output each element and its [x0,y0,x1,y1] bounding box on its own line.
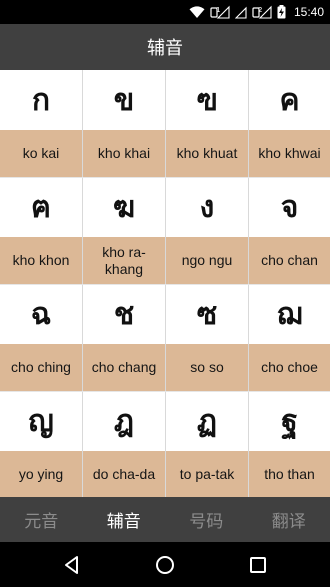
grid-divider [0,284,330,285]
consonant-card[interactable]: ซ so so [166,284,248,391]
no-signal-icon [234,6,247,19]
consonant-glyph: ข [83,70,165,130]
consonant-label: to pa-tak [166,451,248,497]
consonant-grid: ก ko kai ข kho khai ฃ kho khuat ค kho kh… [0,70,330,497]
clock: 15:40 [293,5,324,19]
consonant-glyph: ฎ [83,391,165,451]
consonant-card[interactable]: ฆ kho ra-khang [83,177,165,284]
consonant-card[interactable]: ฎ do cha-da [83,391,165,497]
consonant-card[interactable]: ฐ tho than [249,391,330,497]
consonant-label: cho choe [249,344,330,391]
consonant-glyph: ฐ [249,391,330,451]
consonant-glyph: ฏ [166,391,248,451]
consonant-label: kho ra-khang [83,237,165,284]
consonant-label: cho ching [0,344,82,391]
tab-consonants[interactable]: 辅音 [83,497,166,542]
consonant-label: ngo ngu [166,237,248,284]
consonant-label: kho khai [83,130,165,177]
consonant-label: yo ying [0,451,82,497]
consonant-label: ko kai [0,130,82,177]
consonant-card[interactable]: ฃ kho khuat [166,70,248,177]
sim2-signal-icon: 2 [252,5,272,19]
consonant-card[interactable]: ฅ kho khon [0,177,82,284]
consonant-card[interactable]: ค kho khwai [249,70,330,177]
consonant-label: cho chang [83,344,165,391]
consonant-label: kho khwai [249,130,330,177]
consonant-label: do cha-da [83,451,165,497]
consonant-glyph: ซ [166,284,248,344]
consonant-card[interactable]: ก ko kai [0,70,82,177]
consonant-card[interactable]: ญ yo ying [0,391,82,497]
consonant-glyph: ฆ [83,177,165,237]
consonant-glyph: ญ [0,391,82,451]
consonant-label: tho than [249,451,330,497]
tab-vowels[interactable]: 元音 [0,497,83,542]
tab-numbers[interactable]: 号码 [165,497,248,542]
sim1-signal-icon: 1 [210,5,230,19]
consonant-glyph: ฌ [249,284,330,344]
consonant-label: so so [166,344,248,391]
consonant-card[interactable]: ช cho chang [83,284,165,391]
consonant-card[interactable]: ฏ to pa-tak [166,391,248,497]
consonant-card[interactable]: ฉ cho ching [0,284,82,391]
navigation-bar [0,542,330,587]
consonant-card[interactable]: ฌ cho choe [249,284,330,391]
grid-divider [0,177,330,178]
wifi-icon [189,5,205,19]
consonant-card[interactable]: จ cho chan [249,177,330,284]
recent-apps-icon[interactable] [247,554,269,576]
grid-divider [0,391,330,392]
tab-translate[interactable]: 翻译 [248,497,330,542]
consonant-glyph: ค [249,70,330,130]
consonant-label: kho khuat [166,130,248,177]
bottom-tab-bar: 元音 辅音 号码 翻译 [0,497,330,542]
consonant-glyph: ช [83,284,165,344]
consonant-glyph: ฃ [166,70,248,130]
consonant-label: kho khon [0,237,82,284]
consonant-card[interactable]: ข kho khai [83,70,165,177]
home-icon[interactable] [154,554,176,576]
consonant-glyph: ง [166,177,248,237]
consonant-label: cho chan [249,237,330,284]
page-title: 辅音 [0,24,330,70]
consonant-glyph: ก [0,70,82,130]
consonant-glyph: จ [249,177,330,237]
consonant-glyph: ฅ [0,177,82,237]
consonant-glyph: ฉ [0,284,82,344]
consonant-card[interactable]: ง ngo ngu [166,177,248,284]
status-bar: 1 2 15:40 [0,0,330,24]
battery-charging-icon [277,5,286,19]
back-icon[interactable] [61,554,83,576]
